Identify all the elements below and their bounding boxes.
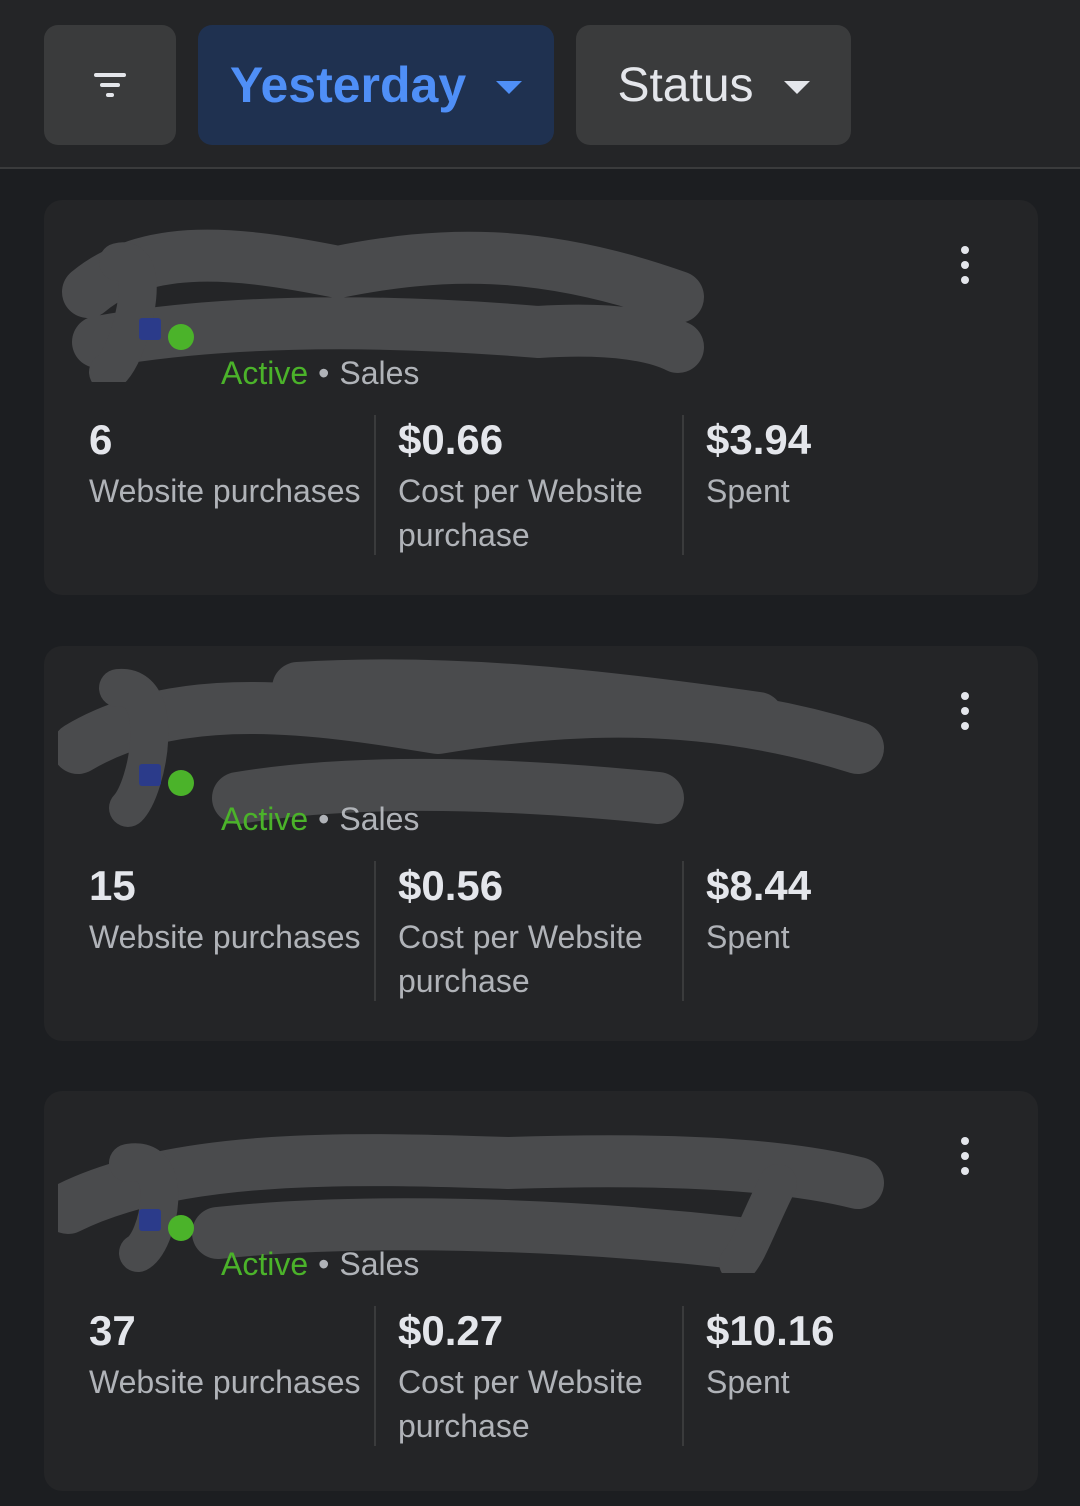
spent-label: Spent: [706, 1364, 790, 1400]
more-options-icon[interactable]: [948, 686, 982, 736]
campaign-card[interactable]: Active • Sales 6 Website purchases $0.66 C…: [44, 200, 1038, 595]
campaign-card[interactable]: Active • Sales 37 Website purchases $0.27 …: [44, 1091, 1038, 1491]
active-status-dot: [168, 324, 194, 350]
chevron-down-icon: [496, 80, 523, 94]
metric-purchases: 15 Website purchases: [89, 861, 374, 959]
metric-spent: $3.94 Spent: [706, 415, 986, 513]
metric-divider: [682, 415, 684, 555]
objective-label: Sales: [339, 355, 420, 391]
purchases-label: Website purchases: [89, 473, 361, 509]
redacted-campaign-name: [58, 1134, 884, 1273]
active-status-dot: [168, 1215, 194, 1241]
purchases-label: Website purchases: [89, 919, 361, 955]
cost-per-label: Cost per Website purchase: [398, 1364, 643, 1444]
cost-per-value: $0.66: [398, 416, 504, 463]
cost-per-label: Cost per Website purchase: [398, 919, 643, 999]
metric-purchases: 37 Website purchases: [89, 1306, 374, 1404]
cost-per-value: $0.56: [398, 862, 504, 909]
purchases-label: Website purchases: [89, 1364, 361, 1400]
metric-spent: $8.44 Spent: [706, 861, 986, 959]
metric-purchases: 6 Website purchases: [89, 415, 374, 513]
purchases-value: 15: [89, 862, 136, 909]
filter-button[interactable]: [44, 25, 176, 145]
spent-value: $8.44: [706, 862, 812, 909]
spent-value: $3.94: [706, 416, 812, 463]
redacted-campaign-name: [58, 659, 884, 827]
campaign-card[interactable]: Active • Sales 15 Website purchases $0.56 …: [44, 646, 1038, 1041]
status-badge: Active: [221, 355, 309, 391]
chevron-down-icon: [783, 80, 810, 94]
date-range-dropdown[interactable]: Yesterday: [198, 25, 554, 145]
metric-divider: [682, 861, 684, 1001]
metric-cost-per: $0.66 Cost per Website purchase: [398, 415, 668, 557]
spent-label: Spent: [706, 919, 790, 955]
more-options-icon[interactable]: [948, 240, 982, 290]
metric-divider: [374, 415, 376, 555]
objective-label: Sales: [339, 801, 420, 837]
metric-cost-per: $0.27 Cost per Website purchase: [398, 1306, 668, 1448]
campaign-thumbnail: [139, 1209, 161, 1231]
status-dropdown[interactable]: Status: [576, 25, 851, 145]
more-options-icon[interactable]: [948, 1131, 982, 1181]
metric-cost-per: $0.56 Cost per Website purchase: [398, 861, 668, 1003]
metric-spent: $10.16 Spent: [706, 1306, 986, 1404]
status-filter-label: Status: [617, 58, 754, 112]
cost-per-label: Cost per Website purchase: [398, 473, 643, 553]
purchases-value: 37: [89, 1307, 136, 1354]
campaign-status-line: Active • Sales: [221, 355, 420, 391]
filter-icon: [94, 73, 126, 97]
active-status-dot: [168, 770, 194, 796]
campaign-thumbnail: [139, 318, 161, 340]
date-range-label: Yesterday: [229, 57, 467, 113]
objective-label: Sales: [339, 1246, 420, 1282]
status-badge: Active: [221, 801, 309, 837]
cost-per-value: $0.27: [398, 1307, 504, 1354]
metric-divider: [374, 1306, 376, 1446]
spent-label: Spent: [706, 473, 790, 509]
metric-divider: [374, 861, 376, 1001]
campaign-status-line: Active • Sales: [221, 1246, 420, 1282]
purchases-value: 6: [89, 416, 113, 463]
filter-toolbar: Yesterday Status: [0, 0, 1080, 169]
campaign-status-line: Active • Sales: [221, 801, 420, 837]
status-badge: Active: [221, 1246, 309, 1282]
spent-value: $10.16: [706, 1307, 835, 1354]
campaign-thumbnail: [139, 764, 161, 786]
metric-divider: [682, 1306, 684, 1446]
redacted-campaign-name: [62, 229, 704, 382]
